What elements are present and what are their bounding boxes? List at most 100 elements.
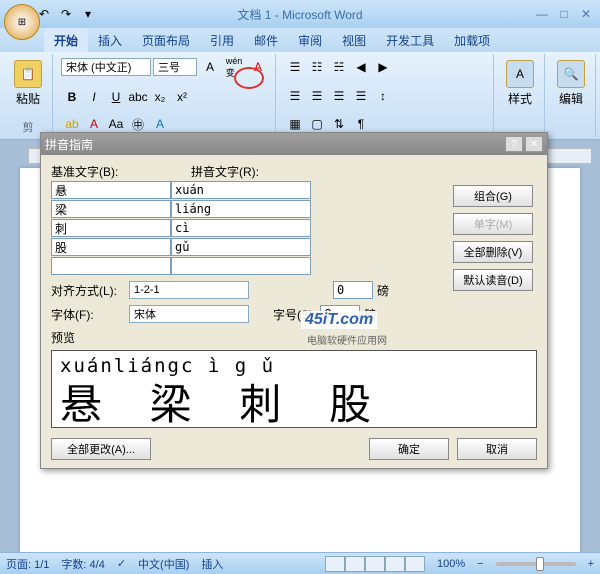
watermark-sub: 电脑软硬件应用网	[307, 332, 387, 347]
zoom-thumb[interactable]	[536, 557, 544, 571]
paste-button[interactable]: 📋 粘贴	[10, 56, 46, 111]
superscript-icon[interactable]: x²	[171, 86, 193, 108]
view-fullscreen-icon[interactable]	[345, 556, 365, 572]
office-button[interactable]: ⊞	[4, 4, 40, 40]
bold-icon[interactable]: B	[61, 86, 83, 108]
status-proofing-icon[interactable]: ✓	[117, 557, 126, 570]
status-page[interactable]: 页面: 1/1	[6, 556, 49, 572]
align-left-icon[interactable]: ☰	[284, 85, 306, 107]
view-draft-icon[interactable]	[405, 556, 425, 572]
ruby-input-2[interactable]	[171, 200, 311, 218]
help-icon[interactable]: ?	[505, 136, 523, 152]
tab-references[interactable]: 引用	[200, 28, 244, 52]
font-group: 宋体 (中文正) 三号 A wén变 A B I U abc x₂ x² ab …	[55, 54, 276, 137]
indent-inc-icon[interactable]: ▶	[372, 56, 394, 78]
offset-unit: 磅	[377, 282, 389, 299]
close-icon[interactable]: ✕	[576, 6, 596, 22]
tab-review[interactable]: 审阅	[288, 28, 332, 52]
status-wordcount[interactable]: 字数: 4/4	[61, 556, 104, 572]
titlebar: 💾 ↶ ↷ ▾ 文档 1 - Microsoft Word — □ ✕	[0, 0, 600, 28]
font-label: 字体(F):	[51, 306, 125, 323]
tab-pagelayout[interactable]: 页面布局	[132, 28, 200, 52]
preview-label: 预览	[51, 329, 537, 346]
tab-addins[interactable]: 加载项	[444, 28, 500, 52]
ruby-input-4[interactable]	[171, 238, 311, 256]
view-web-icon[interactable]	[365, 556, 385, 572]
redo-icon[interactable]: ↷	[56, 4, 76, 24]
bullets-icon[interactable]: ☰	[284, 56, 306, 78]
clear-all-button[interactable]: 全部删除(V)	[453, 241, 533, 263]
justify-icon[interactable]: ☰	[350, 85, 372, 107]
minimize-icon[interactable]: —	[532, 6, 552, 22]
styles-button[interactable]: A 样式	[502, 56, 538, 111]
base-input-4[interactable]	[51, 238, 171, 256]
align-center-icon[interactable]: ☰	[306, 85, 328, 107]
statusbar: 页面: 1/1 字数: 4/4 ✓ 中文(中国) 插入 100% − +	[0, 552, 600, 574]
paragraph-group: ☰ ☷ ☵ ◀ ▶ ☰ ☰ ☰ ☰ ↕ ▦ ▢ ⇅ ¶	[278, 54, 494, 137]
grow-font-icon[interactable]: A	[199, 56, 221, 78]
styles-group: A 样式	[496, 54, 545, 137]
subscript-icon[interactable]: x₂	[149, 86, 171, 108]
base-input-5[interactable]	[51, 257, 171, 275]
tab-insert[interactable]: 插入	[88, 28, 132, 52]
ruby-input-3[interactable]	[171, 219, 311, 237]
find-icon: 🔍	[557, 60, 585, 88]
tab-developer[interactable]: 开发工具	[376, 28, 444, 52]
italic-icon[interactable]: I	[83, 86, 105, 108]
phonetic-guide-button[interactable]: wén变	[223, 56, 245, 78]
clipboard-group: 📋 粘贴 剪	[4, 54, 53, 137]
find-button[interactable]: 🔍 编辑	[553, 56, 589, 111]
dialog-title: 拼音指南	[45, 136, 93, 153]
align-right-icon[interactable]: ☰	[328, 85, 350, 107]
change-all-button[interactable]: 全部更改(A)...	[51, 438, 151, 460]
offset-input[interactable]	[333, 281, 373, 299]
styles-label: 样式	[508, 90, 532, 107]
char-border-icon[interactable]: A	[247, 56, 269, 78]
line-spacing-icon[interactable]: ↕	[372, 85, 394, 107]
view-buttons	[325, 556, 425, 572]
paste-label: 粘贴	[16, 90, 40, 107]
dialog-close-icon[interactable]: ✕	[525, 136, 543, 152]
styles-icon: A	[506, 60, 534, 88]
view-print-icon[interactable]	[325, 556, 345, 572]
zoom-slider[interactable]	[496, 562, 576, 566]
zoom-out-icon[interactable]: −	[477, 558, 483, 570]
ruby-input-5[interactable]	[171, 257, 311, 275]
base-input-2[interactable]	[51, 200, 171, 218]
status-language[interactable]: 中文(中国)	[138, 556, 189, 572]
window-title: 文档 1 - Microsoft Word	[237, 6, 362, 23]
strike-icon[interactable]: abc	[127, 86, 149, 108]
multilevel-icon[interactable]: ☵	[328, 56, 350, 78]
view-outline-icon[interactable]	[385, 556, 405, 572]
group-button[interactable]: 组合(G)	[453, 185, 533, 207]
font-combo[interactable]: 宋体	[129, 305, 249, 323]
preview-box: xuánliángc ì g ǔ 悬 梁 刺 股	[51, 350, 537, 428]
font-name-combo[interactable]: 宋体 (中文正)	[61, 58, 151, 76]
status-insertmode[interactable]: 插入	[201, 556, 223, 572]
watermark-text: 45iT.com	[301, 311, 377, 329]
qat-more-icon[interactable]: ▾	[78, 4, 98, 24]
ruby-input-1[interactable]	[171, 181, 311, 199]
dialog-titlebar[interactable]: 拼音指南 ? ✕	[41, 133, 547, 155]
tab-home[interactable]: 开始	[44, 28, 88, 52]
maximize-icon[interactable]: □	[554, 6, 574, 22]
underline-icon[interactable]: U	[105, 86, 127, 108]
ok-button[interactable]: 确定	[369, 438, 449, 460]
cancel-button[interactable]: 取消	[457, 438, 537, 460]
phonetic-guide-dialog: 拼音指南 ? ✕ 基准文字(B): 拼音文字(R): 组合(G) 单字(M) 全…	[40, 132, 548, 469]
tab-view[interactable]: 视图	[332, 28, 376, 52]
single-button: 单字(M)	[453, 213, 533, 235]
indent-dec-icon[interactable]: ◀	[350, 56, 372, 78]
alignment-combo[interactable]: 1-2-1	[129, 281, 249, 299]
zoom-in-icon[interactable]: +	[588, 558, 594, 570]
base-input-1[interactable]	[51, 181, 171, 199]
default-reading-button[interactable]: 默认读音(D)	[453, 269, 533, 291]
ribbon-tabs: 开始 插入 页面布局 引用 邮件 审阅 视图 开发工具 加载项	[0, 28, 600, 52]
tab-mailings[interactable]: 邮件	[244, 28, 288, 52]
preview-base: 悬 梁 刺 股	[60, 371, 528, 428]
alignment-label: 对齐方式(L):	[51, 282, 125, 299]
base-input-3[interactable]	[51, 219, 171, 237]
zoom-level[interactable]: 100%	[437, 558, 465, 570]
numbering-icon[interactable]: ☷	[306, 56, 328, 78]
font-size-combo[interactable]: 三号	[153, 58, 197, 76]
